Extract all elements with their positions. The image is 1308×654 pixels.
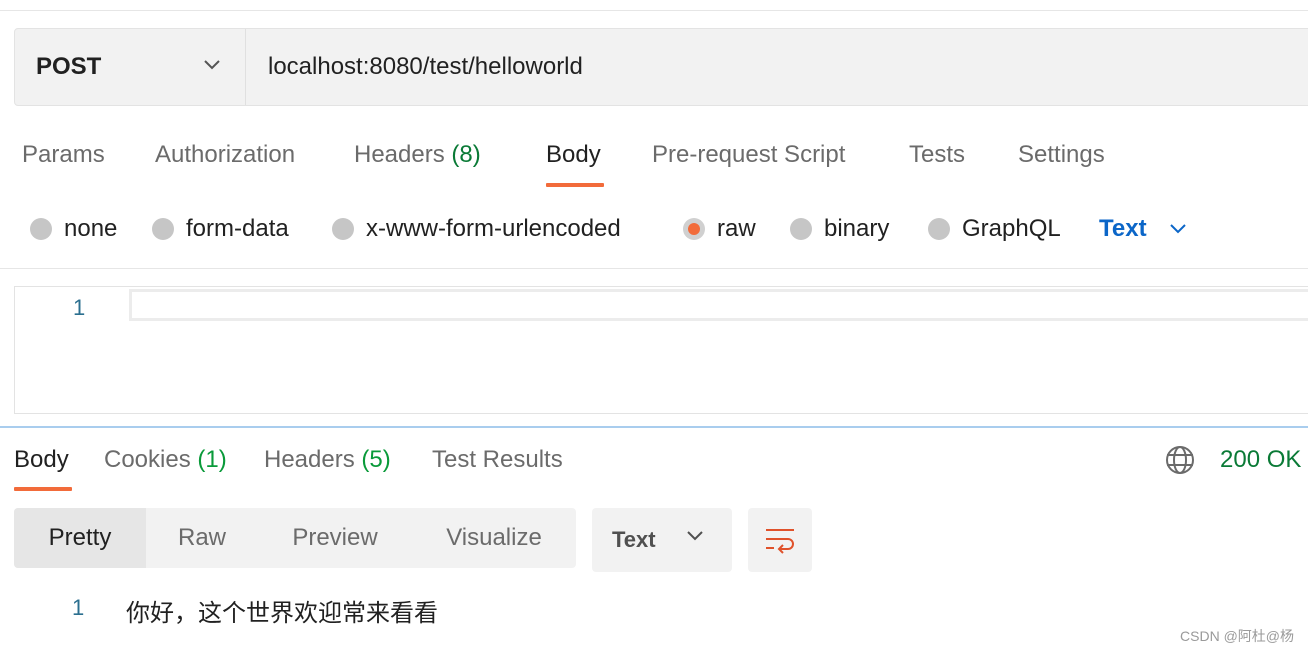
request-url-bar: POST localhost:8080/test/helloworld <box>14 28 1308 106</box>
response-body-text: 你好，这个世界欢迎常来看看 <box>126 599 438 627</box>
tab-body[interactable]: Body <box>546 140 601 170</box>
view-pretty[interactable]: Pretty <box>14 508 146 568</box>
view-visualize[interactable]: Visualize <box>412 508 576 568</box>
chevron-down-icon <box>1169 224 1186 234</box>
tab-label: Settings <box>1018 141 1105 168</box>
view-label: Visualize <box>446 524 542 551</box>
radio-circle-icon <box>928 218 950 240</box>
section-divider <box>0 268 1308 269</box>
tab-label: Headers <box>264 446 355 473</box>
tab-label: Cookies <box>104 446 191 473</box>
radio-selected-icon <box>683 218 705 240</box>
radio-label: none <box>64 215 118 242</box>
tab-settings[interactable]: Settings <box>1018 140 1105 170</box>
response-view-modes: Pretty Raw Preview Visualize <box>14 508 576 568</box>
radio-circle-icon <box>152 218 174 240</box>
request-body-editor[interactable]: 1 <box>14 286 1308 414</box>
tab-label: Authorization <box>155 141 296 168</box>
radio-label: binary <box>824 215 890 242</box>
radio-graphql[interactable]: GraphQL <box>928 211 1061 247</box>
radio-label: x-www-form-urlencoded <box>366 215 621 242</box>
chevron-down-icon <box>204 60 220 70</box>
active-tab-indicator <box>14 487 72 491</box>
tab-label: Headers <box>354 141 445 168</box>
active-tab-indicator <box>546 183 604 187</box>
tab-response-body[interactable]: Body <box>14 445 69 475</box>
chevron-down-icon <box>687 531 703 541</box>
radio-x-www-form-urlencoded[interactable]: x-www-form-urlencoded <box>332 211 621 247</box>
radio-circle-icon <box>30 218 52 240</box>
watermark: CSDN @阿杜@杨 <box>1180 628 1294 644</box>
tab-label: Body <box>546 141 601 168</box>
radio-form-data[interactable]: form-data <box>152 211 289 247</box>
line-number: 1 <box>72 595 85 620</box>
globe-icon[interactable] <box>1164 444 1196 476</box>
radio-label: GraphQL <box>962 215 1061 242</box>
response-status[interactable]: 200 OK <box>1220 445 1301 475</box>
tab-pre-request-script[interactable]: Pre-request Script <box>652 140 845 170</box>
tab-headers[interactable]: Headers (8) <box>354 140 481 170</box>
tab-label: Pre-request Script <box>652 141 846 168</box>
radio-binary[interactable]: binary <box>790 211 889 247</box>
active-line-highlight <box>129 289 1308 321</box>
url-text: localhost:8080/test/helloworld <box>268 53 583 80</box>
radio-circle-icon <box>332 218 354 240</box>
tab-label: Body <box>14 446 69 473</box>
radio-raw[interactable]: raw <box>683 211 756 247</box>
tab-response-headers[interactable]: Headers (5) <box>264 445 391 475</box>
tab-count-badge: (8) <box>451 141 481 168</box>
tab-label: Test Results <box>432 446 563 473</box>
radio-label: raw <box>717 215 756 242</box>
tab-tests[interactable]: Tests <box>909 140 965 170</box>
tab-params[interactable]: Params <box>22 140 105 170</box>
tab-test-results[interactable]: Test Results <box>432 445 563 475</box>
tab-count-badge: (5) <box>361 446 391 473</box>
pane-resize-divider[interactable] <box>0 426 1308 428</box>
radio-circle-icon <box>790 218 812 240</box>
response-format-select[interactable]: Text <box>592 508 732 572</box>
raw-format-select[interactable]: Text <box>1099 211 1187 247</box>
view-label: Pretty <box>48 524 112 551</box>
raw-format-label: Text <box>1099 215 1147 242</box>
tab-label: Tests <box>909 141 966 168</box>
top-divider <box>0 10 1308 11</box>
radio-label: form-data <box>186 215 289 242</box>
method-label: POST <box>36 53 102 80</box>
view-raw[interactable]: Raw <box>146 508 258 568</box>
method-select[interactable]: POST <box>15 29 246 105</box>
radio-none[interactable]: none <box>30 211 117 247</box>
view-label: Preview <box>292 524 378 551</box>
url-input[interactable]: localhost:8080/test/helloworld <box>246 29 1308 105</box>
view-label: Raw <box>177 524 226 551</box>
word-wrap-button[interactable] <box>748 508 812 572</box>
tab-authorization[interactable]: Authorization <box>155 140 295 170</box>
response-format-label: Text <box>612 527 656 552</box>
line-number: 1 <box>73 295 86 320</box>
view-preview[interactable]: Preview <box>258 508 412 568</box>
tab-count-badge: (1) <box>197 446 227 473</box>
tab-label: Params <box>22 141 105 168</box>
tab-cookies[interactable]: Cookies (1) <box>104 445 227 475</box>
word-wrap-icon <box>766 529 794 554</box>
